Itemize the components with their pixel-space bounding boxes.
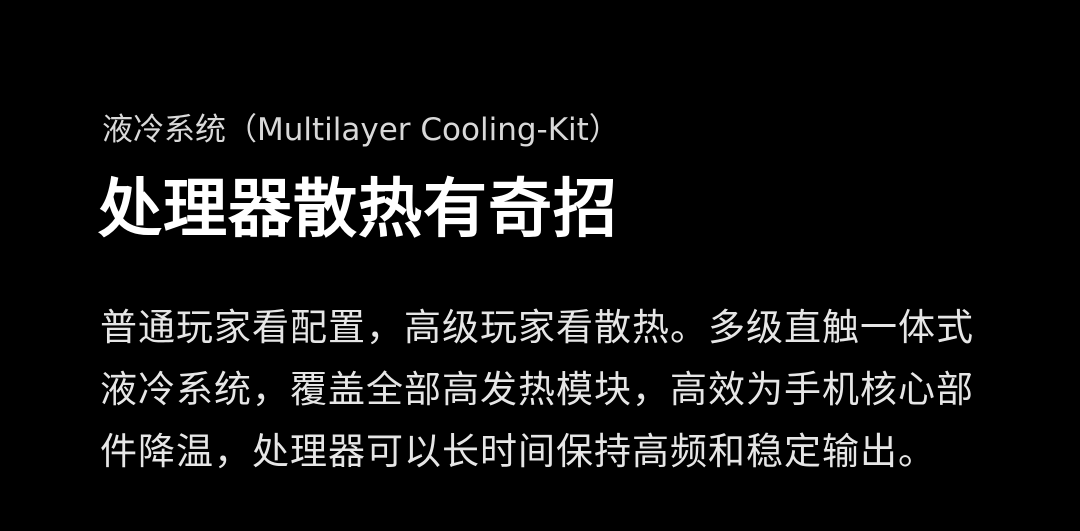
- description-line-1: 普通玩家看配置，高级玩家看散热。多级直触一体式: [100, 306, 974, 349]
- section-subtitle: 液冷系统（Multilayer Cooling-Kit）: [102, 112, 620, 148]
- section-description: 普通玩家看配置，高级玩家看散热。多级直触一体式 液冷系统，覆盖全部高发热模块，高…: [100, 297, 1000, 483]
- description-line-3: 件降温，处理器可以长时间保持高频和稳定输出。: [100, 430, 936, 473]
- feature-section: 液冷系统（Multilayer Cooling-Kit） 处理器散热有奇招 普通…: [0, 0, 1080, 531]
- section-headline: 处理器散热有奇招: [98, 173, 618, 247]
- description-line-2: 液冷系统，覆盖全部高发热模块，高效为手机核心部: [100, 368, 974, 411]
